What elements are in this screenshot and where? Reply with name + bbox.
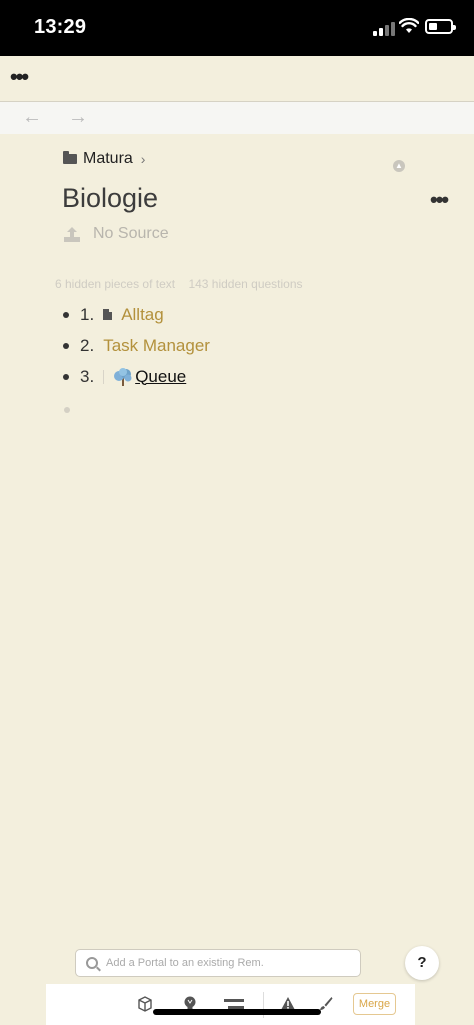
empty-list-item[interactable] bbox=[63, 392, 443, 423]
item-number: 1. bbox=[80, 304, 95, 324]
search-icon bbox=[86, 957, 98, 969]
bullet[interactable] bbox=[63, 342, 69, 349]
item-number: 3. bbox=[80, 366, 95, 386]
bullet[interactable] bbox=[63, 311, 69, 318]
help-button[interactable]: ? bbox=[405, 946, 439, 980]
scroll-up-icon[interactable]: ▲ bbox=[393, 160, 405, 172]
breadcrumb-folder-label[interactable]: Matura bbox=[83, 150, 133, 168]
page-title[interactable]: Biologie bbox=[62, 183, 158, 214]
item-link-queue[interactable]: Queue bbox=[135, 367, 186, 387]
empty-bullet[interactable] bbox=[64, 407, 70, 413]
signal-icon bbox=[373, 22, 397, 36]
bullet[interactable] bbox=[63, 373, 69, 380]
flashcard-cube-icon[interactable] bbox=[137, 996, 153, 1012]
breadcrumb[interactable]: Matura › bbox=[63, 150, 145, 168]
item-number: 2. bbox=[80, 335, 95, 355]
battery-icon bbox=[425, 19, 456, 34]
navigation-bar: ← → bbox=[0, 102, 474, 134]
chevron-right-icon: › bbox=[140, 151, 146, 167]
rem-list: 1. Alltag 2. Task Manager 3. Queue bbox=[63, 299, 443, 423]
hidden-question-count: 143 hidden questions bbox=[188, 277, 303, 291]
portal-search-box[interactable] bbox=[75, 949, 361, 977]
status-bar: 13:29 bbox=[0, 0, 474, 56]
list-item[interactable]: 3. Queue bbox=[63, 361, 443, 392]
home-indicator bbox=[153, 1009, 321, 1015]
document-icon bbox=[103, 309, 113, 320]
source-row[interactable]: No Source bbox=[63, 225, 169, 243]
list-item[interactable]: 1. Alltag bbox=[63, 299, 443, 330]
status-time: 13:29 bbox=[34, 16, 87, 38]
portal-search-input[interactable] bbox=[106, 957, 346, 969]
hidden-text-count: 6 hidden pieces of text bbox=[55, 277, 176, 291]
back-arrow-icon[interactable]: ← bbox=[22, 106, 42, 129]
divider bbox=[103, 369, 105, 384]
tree-icon bbox=[114, 367, 132, 386]
list-item[interactable]: 2. Task Manager bbox=[63, 330, 443, 361]
top-toolbar: ••• bbox=[0, 56, 474, 102]
brush-icon[interactable] bbox=[319, 996, 333, 1011]
more-options-icon[interactable]: ••• bbox=[10, 66, 29, 88]
item-link-task-manager[interactable]: Task Manager bbox=[103, 336, 210, 356]
document-more-icon[interactable]: ••• bbox=[430, 189, 449, 211]
merge-button[interactable]: Merge bbox=[353, 993, 396, 1015]
source-label: No Source bbox=[93, 225, 169, 242]
forward-arrow-icon[interactable]: → bbox=[68, 106, 88, 129]
item-link-alltag[interactable]: Alltag bbox=[121, 305, 164, 325]
wifi-icon bbox=[399, 18, 419, 33]
hidden-info: 6 hidden pieces of text 143 hidden quest… bbox=[55, 277, 303, 291]
bottom-toolbar: Merge bbox=[46, 984, 415, 1025]
upload-icon bbox=[64, 227, 80, 242]
folder-icon bbox=[63, 151, 77, 164]
